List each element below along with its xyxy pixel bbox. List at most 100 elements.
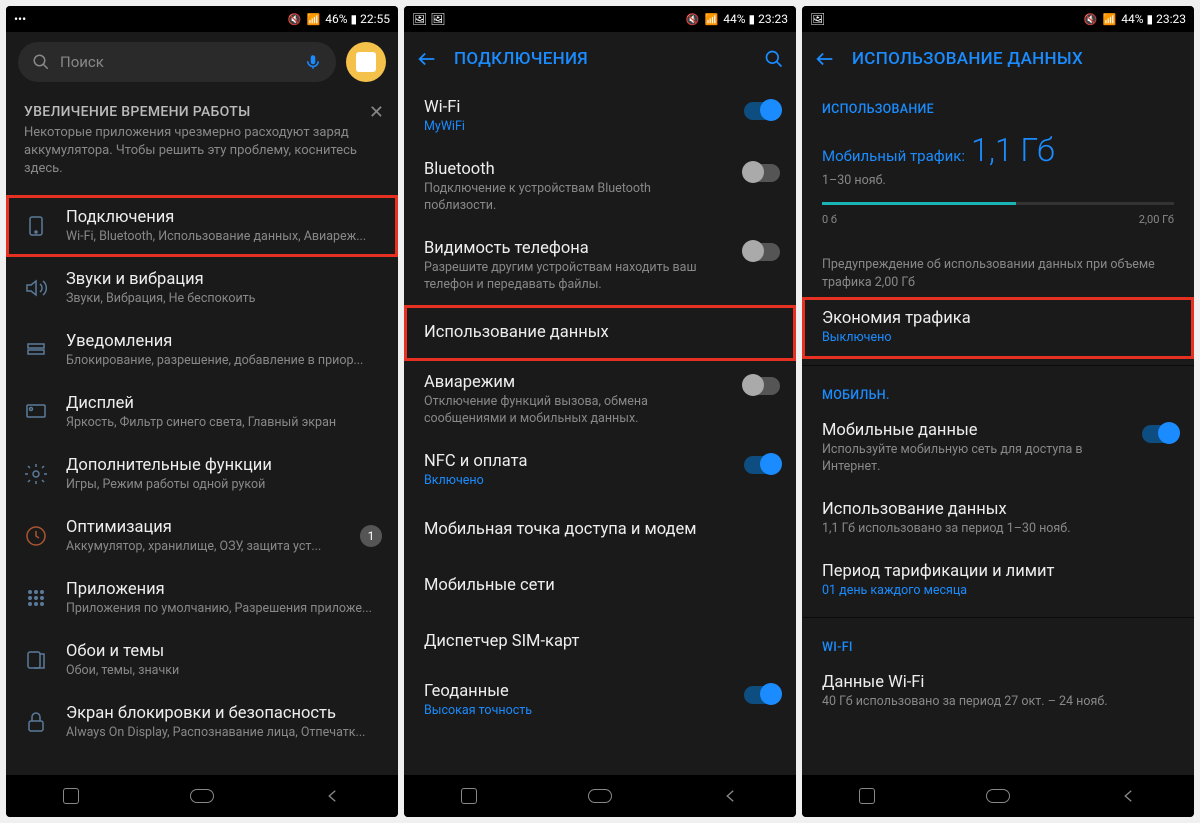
battery-tip-card[interactable]: УВЕЛИЧЕНИЕ ВРЕМЕНИ РАБОТЫ Некоторые прил… <box>6 92 398 195</box>
toggle[interactable] <box>1142 425 1178 443</box>
item-title: Использование данных <box>822 500 1124 519</box>
settings-item-connections[interactable]: Подключения Wi-Fi, Bluetooth, Использова… <box>6 195 398 257</box>
lock-icon <box>22 708 50 736</box>
item-sub: Always On Display, Распознавание лица, О… <box>66 725 382 740</box>
settings-item-wallpaper[interactable]: Обои и темы Обои, темы, значки <box>6 629 398 691</box>
item-sub: Wi-Fi, Bluetooth, Использование данных, … <box>66 229 382 244</box>
mute-icon: 🔇 <box>288 13 303 26</box>
connections-icon <box>22 212 50 240</box>
item-title: Видимость телефона <box>424 239 726 258</box>
optimize-icon <box>22 522 50 550</box>
search-icon <box>32 53 50 71</box>
tip-title: УВЕЛИЧЕНИЕ ВРЕМЕНИ РАБОТЫ <box>24 104 380 120</box>
tip-body: Некоторые приложения чрезмерно расходуют… <box>24 124 380 179</box>
usage-warning: Предупреждение об использовании данных п… <box>822 256 1174 291</box>
data-saver-title: Экономия трафика <box>822 309 1124 328</box>
divider <box>802 365 1194 366</box>
scale-min: 0 б <box>822 213 837 226</box>
conn-item[interactable]: Авиарежим Отключение функций вызова, обм… <box>404 361 796 440</box>
conn-item[interactable]: Геоданные Высокая точность <box>404 670 796 732</box>
mobile-item[interactable]: Период тарификации и лимит 01 день каждо… <box>802 550 1194 612</box>
nav-recent[interactable] <box>855 784 879 808</box>
item-sub: MyWiFi <box>424 119 726 136</box>
item-title: Мобильные данные <box>822 421 1124 440</box>
wallpaper-icon <box>22 646 50 674</box>
avatar[interactable] <box>346 42 386 82</box>
conn-item[interactable]: Wi-Fi MyWiFi <box>404 86 796 148</box>
conn-item[interactable]: Мобильная точка доступа и модем <box>404 502 796 558</box>
toggle[interactable] <box>744 456 780 474</box>
conn-item[interactable]: Видимость телефона Разрешите другим устр… <box>404 227 796 306</box>
statusbar: 🖼 🔇 📶 44% ▮ 23:23 <box>802 6 1194 32</box>
usage-label: Мобильный трафик: <box>822 147 965 165</box>
search-input[interactable]: Поиск <box>18 42 336 82</box>
scale-max: 2,00 Гб <box>1139 213 1174 226</box>
toggle[interactable] <box>744 686 780 704</box>
nav-home[interactable] <box>588 784 612 808</box>
usage-value: 1,1 Гб <box>971 131 1055 169</box>
item-title: Мобильная точка доступа и модем <box>424 520 726 539</box>
item-sub: 01 день каждого месяца <box>822 583 1124 600</box>
settings-item-apps[interactable]: Приложения Приложения по умолчанию, Разр… <box>6 567 398 629</box>
item-title: Дополнительные функции <box>66 456 382 475</box>
item-title: Обои и темы <box>66 642 382 661</box>
battery-time: 44% ▮ 23:23 <box>1121 12 1186 26</box>
usage-block[interactable]: Мобильный трафик: 1,1 Гб 1–30 нояб. 0 б … <box>802 123 1194 240</box>
item-title: Экран блокировки и безопасность <box>66 704 382 723</box>
mute-icon: 🔇 <box>1084 13 1099 26</box>
nav-back[interactable] <box>1117 784 1141 808</box>
close-icon[interactable]: ✕ <box>369 102 384 123</box>
section-header-usage: ИСПОЛЬЗОВАНИЕ <box>802 86 1194 123</box>
conn-item[interactable]: NFC и оплата Включено <box>404 440 796 502</box>
notif-icon <box>22 336 50 364</box>
signal-icon: 📶 <box>1103 13 1118 26</box>
nav-back[interactable] <box>719 784 743 808</box>
search-placeholder: Поиск <box>60 53 294 71</box>
toggle[interactable] <box>744 243 780 261</box>
toggle[interactable] <box>744 377 780 395</box>
item-title: Звуки и вибрация <box>66 270 382 289</box>
nav-home[interactable] <box>986 784 1010 808</box>
settings-item-advanced[interactable]: Дополнительные функции Игры, Режим работ… <box>6 443 398 505</box>
content-area: ПОДКЛЮЧЕНИЯ Wi-Fi MyWiFi Bluetooth Подкл… <box>404 32 796 775</box>
page-header: ИСПОЛЬЗОВАНИЕ ДАННЫХ <box>802 32 1194 86</box>
conn-item[interactable]: Bluetooth Подключение к устройствам Blue… <box>404 148 796 227</box>
item-sub: Включено <box>424 473 726 490</box>
mobile-item[interactable]: Мобильные данные Используйте мобильную с… <box>802 409 1194 488</box>
mobile-item[interactable]: Использование данных 1,1 Гб использовано… <box>802 488 1194 550</box>
nav-home[interactable] <box>190 784 214 808</box>
settings-item-lock[interactable]: Экран блокировки и безопасность Always O… <box>6 691 398 753</box>
data-saver-item[interactable]: Экономия трафика Выключено <box>802 297 1194 359</box>
conn-item[interactable]: Диспетчер SIM-карт <box>404 614 796 670</box>
settings-item-display[interactable]: Дисплей Яркость, Фильтр синего света, Гл… <box>6 381 398 443</box>
toggle[interactable] <box>744 164 780 182</box>
conn-item[interactable]: Использование данных <box>404 305 796 361</box>
item-sub: Высокая точность <box>424 703 726 720</box>
wifi-item[interactable]: Данные Wi-Fi 40 Гб использовано за перио… <box>802 661 1194 723</box>
settings-item-optimize[interactable]: Оптимизация Аккумулятор, хранилище, ОЗУ,… <box>6 505 398 567</box>
item-title: Дисплей <box>66 394 382 413</box>
status-left-icons: ••• <box>14 12 26 26</box>
settings-item-notif[interactable]: Уведомления Блокирование, разрешение, до… <box>6 319 398 381</box>
navbar <box>6 775 398 817</box>
item-sub: Используйте мобильную сеть для доступа в… <box>822 442 1124 476</box>
badge: 1 <box>360 525 382 547</box>
search-icon[interactable] <box>764 49 784 69</box>
apps-icon <box>22 584 50 612</box>
nav-recent[interactable] <box>59 784 83 808</box>
toggle[interactable] <box>744 102 780 120</box>
back-icon[interactable] <box>814 48 836 70</box>
settings-item-sound[interactable]: Звуки и вибрация Звуки, Вибрация, Не бес… <box>6 257 398 319</box>
phone-screen-3: 🖼 🔇 📶 44% ▮ 23:23 ИСПОЛЬЗОВАНИЕ ДАННЫХ И… <box>802 6 1194 817</box>
item-sub: Блокирование, разрешение, добавление в п… <box>66 353 382 368</box>
item-sub: Игры, Режим работы одной рукой <box>66 477 382 492</box>
nav-recent[interactable] <box>457 784 481 808</box>
mic-icon[interactable] <box>304 53 322 71</box>
usage-scale: 0 б 2,00 Гб <box>822 213 1174 226</box>
signal-icon: 📶 <box>705 13 720 26</box>
nav-back[interactable] <box>321 784 345 808</box>
battery-time: 46% ▮ 22:55 <box>325 12 390 26</box>
conn-item[interactable]: Мобильные сети <box>404 558 796 614</box>
search-row: Поиск <box>6 32 398 92</box>
back-icon[interactable] <box>416 48 438 70</box>
